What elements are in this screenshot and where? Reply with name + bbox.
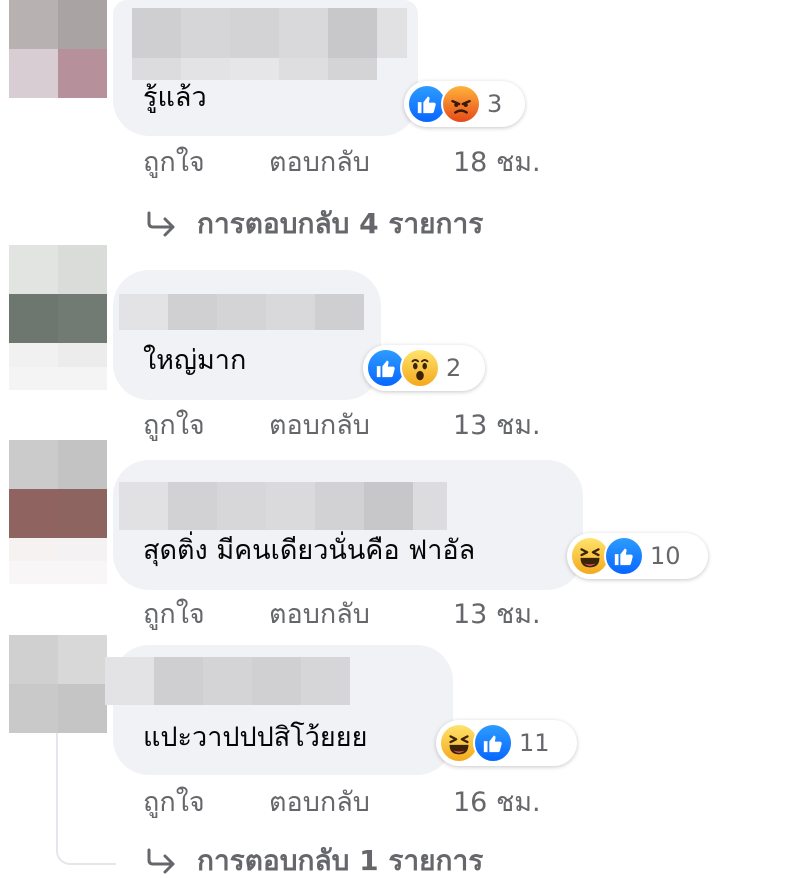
- commenter-name-blurred: [132, 58, 377, 80]
- comment-actions: ถูกใจ ตอบกลับ 18 ชม.: [143, 145, 541, 181]
- reaction-summary[interactable]: 10: [567, 533, 708, 579]
- reaction-summary[interactable]: 11: [436, 720, 577, 766]
- like-button[interactable]: ถูกใจ: [143, 408, 269, 444]
- reaction-summary[interactable]: 3: [404, 81, 525, 127]
- comment-actions: ถูกใจ ตอบกลับ 13 ชม.: [143, 597, 541, 633]
- avatar-lower: [9, 343, 107, 390]
- timestamp[interactable]: 16 ชม.: [453, 785, 541, 821]
- avatar[interactable]: [9, 0, 107, 98]
- reply-button[interactable]: ตอบกลับ: [269, 597, 453, 633]
- reply-button[interactable]: ตอบกลับ: [269, 408, 453, 444]
- like-icon: [473, 723, 513, 763]
- like-button[interactable]: ถูกใจ: [143, 597, 269, 633]
- comment-actions: ถูกใจ ตอบกลับ 16 ชม.: [143, 785, 541, 821]
- avatar-lower: [9, 538, 107, 584]
- comment-text: ใหญ่มาก: [143, 345, 247, 376]
- comment-text: แปะวาปปปสิโว้ยยย: [143, 722, 368, 753]
- reaction-count: 3: [487, 90, 503, 118]
- comment-text: รู้แล้ว: [143, 82, 207, 113]
- timestamp[interactable]: 13 ชม.: [453, 408, 541, 444]
- reaction-count: 11: [519, 729, 550, 757]
- view-replies-link[interactable]: การตอบกลับ 1 รายการ: [145, 842, 483, 878]
- reaction-summary[interactable]: 2: [363, 345, 485, 391]
- comment-bubble: ใหญ่มาก: [113, 270, 381, 400]
- avatar[interactable]: [9, 245, 107, 343]
- like-icon: [604, 536, 644, 576]
- reply-thread-connector: [56, 720, 116, 865]
- angry-icon: [441, 84, 481, 124]
- comment-bubble: สุดติ่ง มีคนเดียวนั่นคือ ฟาอัล: [113, 460, 583, 590]
- timestamp[interactable]: 13 ชม.: [453, 597, 541, 633]
- reply-button[interactable]: ตอบกลับ: [269, 785, 453, 821]
- reaction-count: 2: [446, 354, 462, 382]
- avatar[interactable]: [9, 440, 107, 538]
- like-button[interactable]: ถูกใจ: [143, 785, 269, 821]
- wow-icon: [400, 348, 440, 388]
- comment-bubble: รู้แล้ว: [113, 0, 418, 136]
- commenter-name-blurred[interactable]: [119, 482, 447, 530]
- comment-thread: รู้แล้ว 3 ถูกใจ ตอบกลับ 18 ชม. การตอบกลั…: [0, 0, 800, 878]
- comment-actions: ถูกใจ ตอบกลับ 13 ชม.: [143, 408, 541, 444]
- reply-button[interactable]: ตอบกลับ: [269, 145, 453, 181]
- timestamp[interactable]: 18 ชม.: [453, 145, 541, 181]
- reply-arrow-icon: [145, 848, 177, 874]
- commenter-name-blurred[interactable]: [105, 657, 350, 705]
- commenter-name-blurred[interactable]: [132, 8, 407, 58]
- view-replies-link[interactable]: การตอบกลับ 4 รายการ: [145, 205, 483, 243]
- view-replies-label: การตอบกลับ 1 รายการ: [197, 844, 484, 877]
- comment-bubble: แปะวาปปปสิโว้ยยย: [105, 645, 453, 775]
- view-replies-label: การตอบกลับ 4 รายการ: [197, 207, 484, 240]
- reaction-count: 10: [650, 542, 681, 570]
- avatar[interactable]: [9, 635, 107, 733]
- like-button[interactable]: ถูกใจ: [143, 145, 269, 181]
- commenter-name-blurred[interactable]: [119, 294, 364, 330]
- reply-arrow-icon: [145, 211, 177, 237]
- comment-text: สุดติ่ง มีคนเดียวนั่นคือ ฟาอัล: [143, 535, 476, 566]
